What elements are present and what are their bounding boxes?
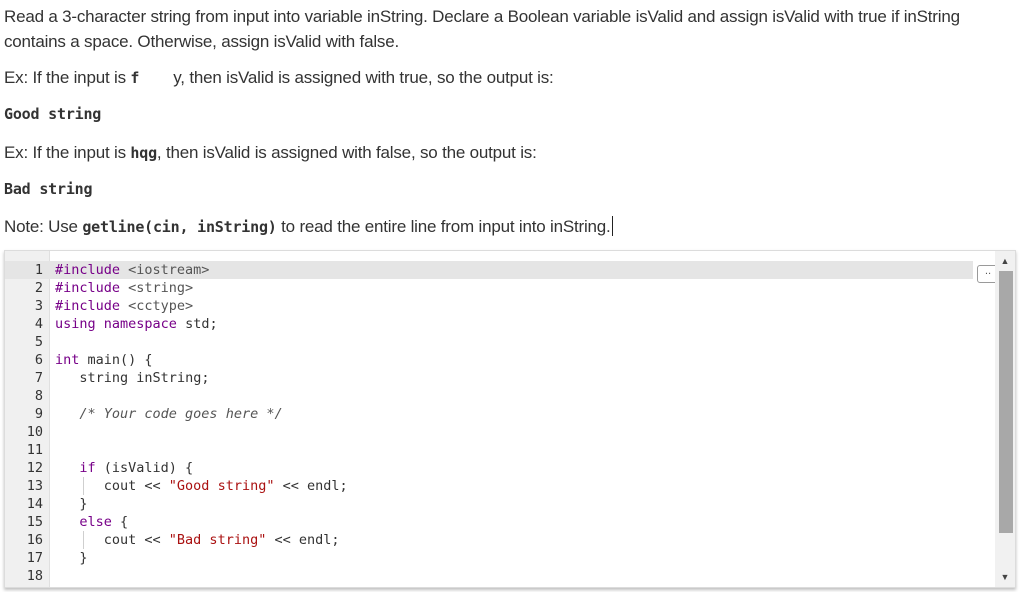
example-1-output: Good string <box>4 105 102 123</box>
code-line[interactable]: 1 #include <iostream> <box>5 261 973 279</box>
code-line[interactable]: 17 } <box>5 549 995 567</box>
note-prefix: Note: Use <box>4 217 78 236</box>
intro-text: Read a 3-character string from input int… <box>4 7 960 51</box>
code-line[interactable]: 16 cout << "Bad string" << endl; <box>5 531 995 549</box>
code-text[interactable]: cout << "Bad string" << endl; <box>55 531 340 549</box>
code-line[interactable]: 10 <box>5 423 995 441</box>
line-number: 8 <box>34 388 43 404</box>
code-line[interactable]: 2 #include <string> <box>5 279 995 297</box>
code-text[interactable]: #include <cctype> <box>55 297 193 315</box>
example-1-input-a: f <box>130 69 140 87</box>
code-line[interactable]: 18 <box>5 567 995 585</box>
code-text[interactable]: else { <box>55 513 128 531</box>
code-text[interactable]: if (isValid) { <box>55 459 193 477</box>
code-line[interactable]: 6 int main() { <box>5 351 995 369</box>
line-number: 7 <box>34 370 43 386</box>
code-line[interactable]: 12 if (isValid) { <box>5 459 995 477</box>
line-number: 15 <box>26 514 43 530</box>
code-line[interactable]: 7 string inString; <box>5 369 995 387</box>
code-line[interactable]: 4 using namespace std; <box>5 315 995 333</box>
code-text[interactable]: int main() { <box>55 351 153 369</box>
code-text[interactable]: using namespace std; <box>55 315 218 333</box>
example-2-output: Bad string <box>4 180 93 198</box>
line-number: 16 <box>26 532 43 548</box>
line-number: 1 <box>34 262 43 278</box>
code-line[interactable]: 5 <box>5 333 995 351</box>
vertical-scrollbar[interactable]: ▲ ▼ <box>995 251 1015 587</box>
line-number: 17 <box>26 550 43 566</box>
example-2-input: hqg <box>130 144 157 162</box>
line-number: 3 <box>34 298 43 314</box>
code-line[interactable]: 15 else { <box>5 513 995 531</box>
line-number: 12 <box>26 460 43 476</box>
code-text[interactable]: } <box>55 495 87 513</box>
code-line[interactable]: 3 #include <cctype> <box>5 297 995 315</box>
line-number: 5 <box>34 334 43 350</box>
line-number: 4 <box>34 316 43 332</box>
code-line[interactable]: 9 /* Your code goes here */ <box>5 405 995 423</box>
code-text[interactable]: cout << "Good string" << endl; <box>55 477 348 495</box>
code-line[interactable]: 13 cout << "Good string" << endl; <box>5 477 995 495</box>
code-text[interactable]: string inString; <box>55 369 209 387</box>
example-2-suffix: , then isValid is assigned with false, s… <box>156 143 537 162</box>
code-text[interactable]: #include <iostream> <box>55 261 209 279</box>
example-1-prefix: Ex: If the input is <box>4 68 126 87</box>
example-2-prefix: Ex: If the input is <box>4 143 126 162</box>
example-1-text: Ex: If the input is f y, then isValid is … <box>4 65 554 91</box>
note-suffix: to read the entire line from input into … <box>281 217 611 236</box>
note-text: Note: Use getline(cin, inString) to read… <box>4 214 613 240</box>
code-line[interactable]: 14 } <box>5 495 995 513</box>
line-number: 10 <box>26 424 43 440</box>
scrollbar-thumb[interactable] <box>999 271 1013 533</box>
indent-guide <box>83 531 84 549</box>
code-text[interactable]: } <box>55 549 87 567</box>
code-line[interactable]: 8 <box>5 387 995 405</box>
code-text[interactable]: /* Your code goes here */ <box>55 405 282 423</box>
example-2-text: Ex: If the input is hqg, then isValid is… <box>4 140 537 166</box>
note-code: getline(cin, inString) <box>82 218 277 236</box>
line-number: 2 <box>34 280 43 296</box>
example-1-suffix: , then isValid is assigned with true, so… <box>180 68 554 87</box>
line-number: 9 <box>34 406 43 422</box>
line-number: 18 <box>26 568 43 584</box>
line-number: 14 <box>26 496 43 512</box>
line-number: 13 <box>26 478 43 494</box>
code-line[interactable]: 11 <box>5 441 995 459</box>
indent-guide <box>83 477 84 495</box>
text-cursor <box>611 216 613 236</box>
code-lines[interactable]: 1 #include <iostream> 2 #include <string> 3 #… <box>5 261 995 585</box>
code-text[interactable]: #include <string> <box>55 279 193 297</box>
code-editor[interactable]: 1 #include <iostream> 2 #include <string> 3 #… <box>4 250 1016 588</box>
scroll-up-arrow-icon[interactable]: ▲ <box>995 253 1015 269</box>
line-number: 6 <box>34 352 43 368</box>
line-number: 11 <box>26 442 43 458</box>
scroll-down-arrow-icon[interactable]: ▼ <box>995 569 1015 585</box>
